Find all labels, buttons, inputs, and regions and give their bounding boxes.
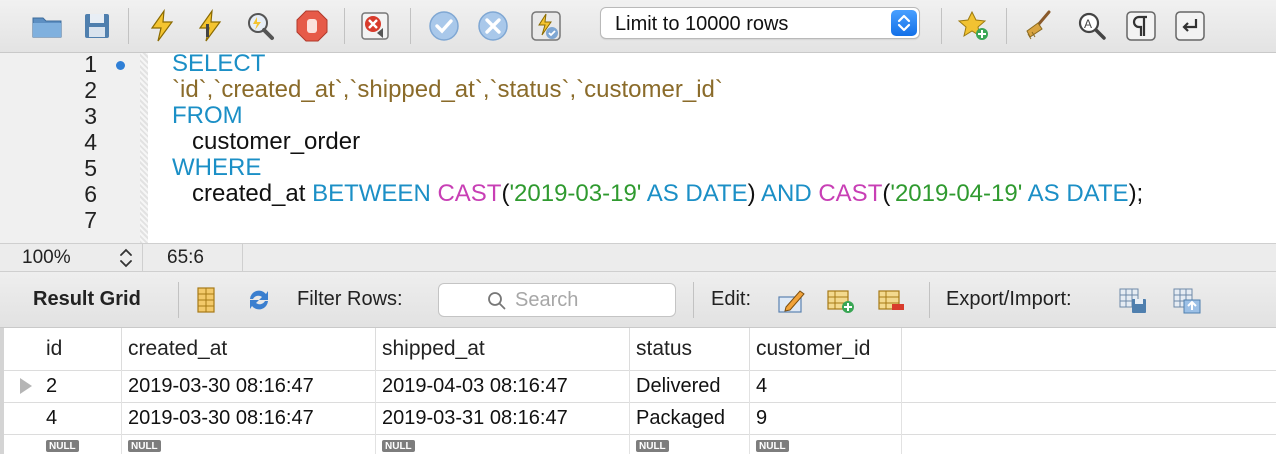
edit-cell-icon[interactable]: [776, 285, 806, 315]
search-icon: [488, 292, 506, 310]
column-header-customer-id[interactable]: customer_id: [750, 328, 902, 370]
code-line: created_at BETWEEN CAST('2019-03-19' AS …: [172, 181, 1143, 207]
code-token: );: [1128, 180, 1144, 207]
line-number: 3: [84, 103, 97, 129]
line-number: 4: [84, 129, 97, 155]
zoom-stepper-icon[interactable]: [117, 247, 135, 269]
code-line: `id`,`created_at`,`shipped_at`,`status`,…: [172, 77, 723, 103]
stop-icon[interactable]: [295, 9, 329, 43]
filter-rows-label: Filter Rows:: [297, 288, 403, 310]
invisible-chars-icon[interactable]: [1124, 9, 1158, 43]
chevron-updown-icon: [891, 10, 917, 36]
delete-row-icon[interactable]: [876, 285, 906, 315]
code-token: ): [747, 180, 761, 207]
table-cell[interactable]: 2019-03-31 08:16:47: [382, 407, 568, 430]
code-token: '2019-04-19': [890, 180, 1023, 207]
column-header-label: customer_id: [756, 337, 871, 360]
code-token: AS DATE: [641, 180, 748, 207]
line-number: 7: [84, 207, 97, 233]
table-cell[interactable]: 2019-03-30 08:16:47: [128, 407, 314, 430]
export-import-label: Export/Import:: [946, 288, 1072, 310]
column-header-label: id: [46, 337, 63, 360]
code-token: AND: [761, 180, 819, 207]
code-line: customer_order: [172, 129, 360, 155]
sql-editor[interactable]: 1234567 SELECT `id`,`created_at`,`shipped…: [0, 51, 1276, 243]
refresh-icon[interactable]: [244, 285, 274, 315]
code-token: BETWEEN: [312, 180, 438, 207]
column-header-label: created_at: [128, 337, 228, 360]
table-cell[interactable]: 9: [756, 407, 767, 430]
code-token: customer_order: [172, 128, 361, 155]
beautify-icon[interactable]: [1023, 9, 1057, 43]
code-token: `id`,`created_at`,`shipped_at`,`status`,…: [172, 76, 723, 103]
table-cell[interactable]: Packaged: [636, 407, 725, 430]
code-token: AS DATE: [1022, 180, 1129, 207]
column-header-created-at[interactable]: created_at: [122, 328, 376, 370]
table-cell[interactable]: 2: [46, 375, 57, 398]
result-toolbar: Result Grid Filter Rows: Edit: Export/Im…: [0, 272, 1276, 328]
save-icon[interactable]: [80, 9, 114, 43]
add-snippet-icon[interactable]: [957, 9, 991, 43]
grid-layout-icon[interactable]: [191, 285, 221, 315]
code-line: WHERE: [172, 155, 261, 181]
fold-column: [140, 53, 148, 243]
result-grid-tab[interactable]: Result Grid: [33, 288, 141, 311]
export-icon[interactable]: [1118, 285, 1148, 315]
column-header-shipped-at[interactable]: shipped_at: [376, 328, 630, 370]
code-line: SELECT: [172, 51, 265, 77]
null-badge: NULL: [128, 440, 161, 452]
explain-icon[interactable]: [243, 9, 277, 43]
svg-text:A: A: [1084, 17, 1092, 31]
line-number: 1: [84, 51, 97, 77]
null-badge: NULL: [46, 440, 79, 452]
statement-marker-icon: [116, 61, 125, 70]
cursor-position: 65:6: [167, 247, 204, 268]
table-cell[interactable]: 4: [756, 375, 767, 398]
edit-label: Edit:: [711, 288, 752, 310]
null-badge: NULL: [756, 440, 789, 452]
filter-search-input[interactable]: [515, 287, 665, 313]
result-grid[interactable]: id created_at shipped_at status customer_id …: [0, 328, 1276, 454]
code-token: '2019-03-19': [509, 180, 642, 207]
null-badge: NULL: [382, 440, 415, 452]
execute-current-icon[interactable]: [193, 9, 227, 43]
editor-status-bar: 100% 65:6: [0, 243, 1276, 272]
rollback-icon[interactable]: [476, 9, 510, 43]
code-token: CAST: [818, 180, 883, 207]
table-cell[interactable]: 4: [46, 407, 57, 430]
line-number: 6: [84, 181, 97, 207]
table-cell[interactable]: 2019-03-30 08:16:47: [128, 375, 314, 398]
current-row-pointer-icon: [20, 378, 32, 394]
table-cell[interactable]: Delivered: [636, 375, 720, 398]
code-token: CAST: [437, 180, 502, 207]
open-folder-icon[interactable]: [30, 9, 64, 43]
code-line: FROM: [172, 103, 243, 129]
column-header-label: status: [636, 337, 693, 360]
word-wrap-icon[interactable]: [1173, 9, 1207, 43]
line-number: 2: [84, 77, 97, 103]
zoom-level: 100%: [22, 247, 71, 268]
toggle-error-icon[interactable]: [358, 9, 392, 43]
column-header-label: shipped_at: [382, 337, 485, 360]
limit-rows-label: Limit to 10000 rows: [615, 13, 789, 35]
limit-rows-select[interactable]: Limit to 10000 rows: [600, 7, 920, 39]
autocommit-icon[interactable]: [529, 9, 563, 43]
column-header-status[interactable]: status: [630, 328, 750, 370]
execute-icon[interactable]: [145, 9, 179, 43]
line-number: 5: [84, 155, 97, 181]
code-token: FROM: [172, 102, 243, 129]
commit-icon[interactable]: [427, 9, 461, 43]
null-badge: NULL: [636, 440, 669, 452]
code-token: created_at: [172, 180, 313, 207]
import-icon[interactable]: [1172, 285, 1202, 315]
filter-search-box[interactable]: [438, 283, 676, 317]
code-token: SELECT: [172, 50, 266, 77]
column-header-id[interactable]: id: [40, 328, 122, 370]
sql-editor-toolbar: Limit to 10000 rows A: [0, 0, 1276, 53]
marker-column: [110, 53, 140, 243]
table-cell[interactable]: 2019-04-03 08:16:47: [382, 375, 568, 398]
add-row-icon[interactable]: [825, 285, 855, 315]
code-token: WHERE: [172, 154, 262, 181]
find-icon[interactable]: A: [1075, 9, 1109, 43]
